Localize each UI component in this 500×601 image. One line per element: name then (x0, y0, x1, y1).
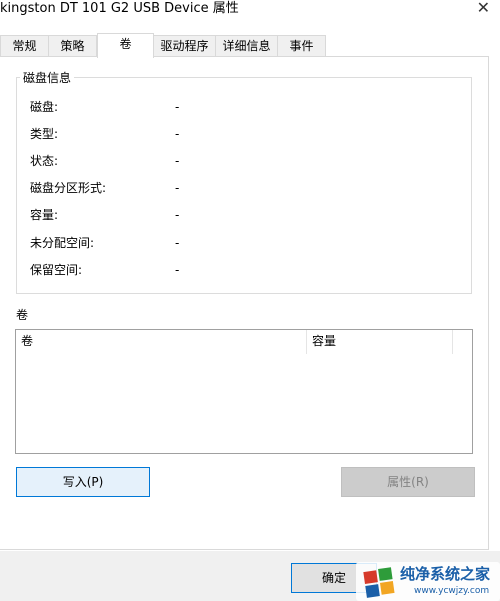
window-title: kingston DT 101 G2 USB Device 属性 (0, 1, 239, 16)
status-label: 状态: (30, 154, 59, 168)
title-bar: kingston DT 101 G2 USB Device 属性 ✕ (0, 0, 500, 26)
unallocated-space-value: - (175, 236, 180, 250)
capacity-label: 容量: (30, 208, 59, 222)
tab-volumes[interactable]: 卷 (97, 33, 154, 58)
volumes-caption: 卷 (16, 308, 29, 322)
reserved-space-value: - (175, 263, 180, 277)
logo-yellow-pane (379, 581, 395, 595)
watermark-url: www.ycwjzy.com (414, 586, 490, 596)
watermark-site-name: 纯净系统之家 (400, 565, 491, 583)
tab-driver[interactable]: 驱动程序 (153, 35, 216, 57)
capacity-value: - (175, 208, 180, 222)
disk-label: 磁盘: (30, 100, 59, 114)
type-value: - (175, 127, 180, 141)
tab-strip: 常规 策略 卷 驱动程序 详细信息 事件 (0, 33, 500, 58)
column-header-capacity[interactable]: 容量 (307, 330, 453, 354)
partition-style-value: - (175, 181, 180, 195)
site-watermark: 纯净系统之家 www.ycwjzy.com (356, 562, 500, 601)
tab-details[interactable]: 详细信息 (215, 35, 278, 57)
status-value: - (175, 154, 180, 168)
type-label: 类型: (30, 127, 59, 141)
tab-general[interactable]: 常规 (0, 35, 49, 57)
logo-red-pane (363, 570, 378, 584)
close-icon[interactable]: ✕ (477, 0, 490, 17)
column-header-volume[interactable]: 卷 (16, 330, 307, 354)
write-button[interactable]: 写入(P) (16, 467, 150, 497)
reserved-space-label: 保留空间: (30, 263, 83, 277)
volumes-list[interactable]: 卷 容量 (15, 329, 473, 454)
logo-blue-pane (365, 584, 380, 598)
windows-logo-icon (363, 567, 395, 598)
disk-info-group-label: 磁盘信息 (20, 70, 75, 86)
unallocated-space-label: 未分配空间: (30, 236, 95, 250)
logo-green-pane (378, 567, 393, 581)
tab-policies[interactable]: 策略 (48, 35, 97, 57)
disk-value: - (175, 100, 180, 114)
partition-style-label: 磁盘分区形式: (30, 181, 107, 195)
properties-button: 属性(R) (341, 467, 475, 497)
tab-events[interactable]: 事件 (277, 35, 326, 57)
